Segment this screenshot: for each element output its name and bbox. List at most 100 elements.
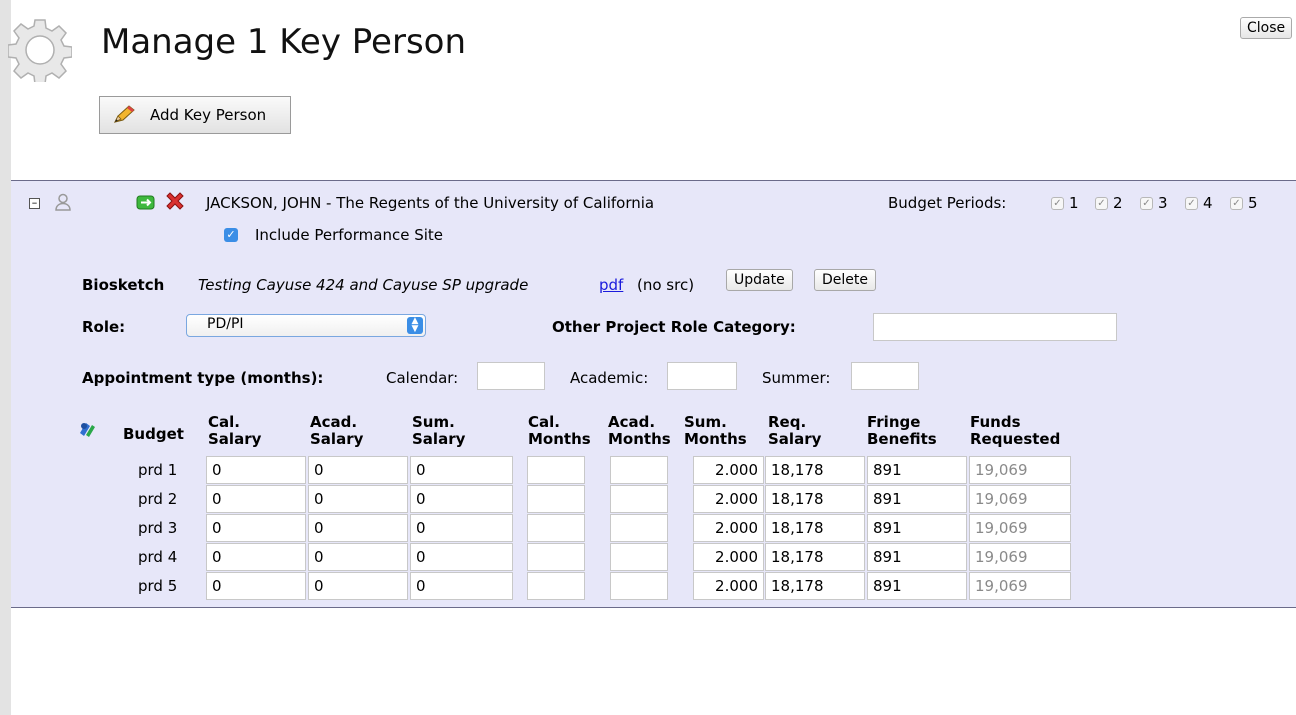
refresh-icon[interactable] <box>136 193 155 212</box>
col-header-acad-months: Acad. Months <box>608 413 671 448</box>
acad-months-input[interactable] <box>610 572 668 600</box>
req-salary-input[interactable]: 18,178 <box>765 456 865 484</box>
sum-salary-input[interactable]: 0 <box>410 572 513 600</box>
gear-icon <box>8 19 72 82</box>
minus-icon: – <box>29 197 40 209</box>
acad-months-input[interactable] <box>610 514 668 542</box>
col-header-sum-salary: Sum. Salary <box>412 413 466 448</box>
cal-months-input[interactable] <box>527 456 585 484</box>
academic-label: Academic: <box>570 369 649 387</box>
include-site-checkbox[interactable]: ✓ <box>224 228 238 242</box>
acad-salary-input[interactable]: 0 <box>308 543 408 571</box>
summer-label: Summer: <box>762 369 831 387</box>
sum-salary-input[interactable]: 0 <box>410 514 513 542</box>
biosketch-note: (no src) <box>637 276 695 294</box>
sum-months-input[interactable]: 2.000 <box>693 543 764 571</box>
cal-salary-input[interactable]: 0 <box>206 485 306 513</box>
col-header-acad-salary: Acad. Salary <box>310 413 364 448</box>
req-salary-input[interactable]: 18,178 <box>765 543 865 571</box>
req-salary-input[interactable]: 18,178 <box>765 572 865 600</box>
acad-salary-input[interactable]: 0 <box>308 572 408 600</box>
row-label: prd 4 <box>138 548 178 566</box>
acad-salary-input[interactable]: 0 <box>308 456 408 484</box>
funds-requested-value: 19,069 <box>969 572 1071 600</box>
role-label: Role: <box>82 318 126 336</box>
period-4-checkbox[interactable]: ✓ <box>1185 197 1198 210</box>
role-select[interactable]: PD/PI ▲ ▼ <box>186 314 426 337</box>
sum-salary-input[interactable]: 0 <box>410 456 513 484</box>
period-5-checkbox[interactable]: ✓ <box>1230 197 1243 210</box>
person-icon <box>55 193 71 211</box>
req-salary-input[interactable]: 18,178 <box>765 485 865 513</box>
calendar-input[interactable] <box>477 362 545 390</box>
cal-salary-input[interactable]: 0 <box>206 456 306 484</box>
fringe-benefits-input[interactable]: 891 <box>867 543 967 571</box>
pencil-icon <box>114 105 135 123</box>
fringe-benefits-input[interactable]: 891 <box>867 485 967 513</box>
funds-requested-value: 19,069 <box>969 456 1071 484</box>
left-edge-bar <box>0 0 11 715</box>
cal-salary-input[interactable]: 0 <box>206 543 306 571</box>
calculator-icon[interactable] <box>77 419 97 439</box>
close-button[interactable]: Close <box>1240 17 1293 39</box>
summer-input[interactable] <box>851 362 919 390</box>
row-label: prd 5 <box>138 577 178 595</box>
col-header-sum-months: Sum. Months <box>684 413 747 448</box>
period-3-checkbox[interactable]: ✓ <box>1140 197 1153 210</box>
fringe-benefits-input[interactable]: 891 <box>867 514 967 542</box>
other-role-label: Other Project Role Category: <box>552 318 796 336</box>
col-header-fringe-benefits: Fringe Benefits <box>867 413 937 448</box>
biosketch-pdf-link[interactable]: pdf <box>599 276 623 294</box>
cal-months-input[interactable] <box>527 514 585 542</box>
acad-months-input[interactable] <box>610 543 668 571</box>
cal-salary-input[interactable]: 0 <box>206 514 306 542</box>
fringe-benefits-input[interactable]: 891 <box>867 456 967 484</box>
person-name: JACKSON, JOHN - The Regents of the Unive… <box>206 194 655 212</box>
period-3-label: 3 <box>1158 194 1168 212</box>
funds-requested-value: 19,069 <box>969 543 1071 571</box>
cal-salary-input[interactable]: 0 <box>206 572 306 600</box>
acad-salary-input[interactable]: 0 <box>308 514 408 542</box>
delete-icon[interactable] <box>164 191 186 213</box>
budget-periods-label: Budget Periods: <box>888 194 1007 212</box>
update-button[interactable]: Update <box>726 269 793 291</box>
academic-input[interactable] <box>667 362 737 390</box>
period-1-label: 1 <box>1069 194 1079 212</box>
include-site-label: Include Performance Site <box>255 226 443 244</box>
acad-salary-input[interactable]: 0 <box>308 485 408 513</box>
period-2-checkbox[interactable]: ✓ <box>1095 197 1108 210</box>
role-select-value: PD/PI <box>207 316 244 332</box>
period-4-label: 4 <box>1203 194 1213 212</box>
page-title: Manage 1 Key Person <box>101 22 467 62</box>
cal-months-input[interactable] <box>527 572 585 600</box>
period-1-checkbox[interactable]: ✓ <box>1051 197 1064 210</box>
biosketch-title: Testing Cayuse 424 and Cayuse SP upgrade <box>198 276 529 294</box>
sum-months-input[interactable]: 2.000 <box>693 485 764 513</box>
period-2-label: 2 <box>1113 194 1123 212</box>
req-salary-input[interactable]: 18,178 <box>765 514 865 542</box>
acad-months-input[interactable] <box>610 456 668 484</box>
row-label: prd 1 <box>138 461 178 479</box>
funds-requested-value: 19,069 <box>969 514 1071 542</box>
sum-months-input[interactable]: 2.000 <box>693 514 764 542</box>
add-key-person-button[interactable]: Add Key Person <box>99 96 291 134</box>
cal-months-input[interactable] <box>527 543 585 571</box>
sum-salary-input[interactable]: 0 <box>410 485 513 513</box>
delete-button[interactable]: Delete <box>814 269 876 291</box>
col-header-req-salary: Req. Salary <box>768 413 822 448</box>
row-label: prd 2 <box>138 490 178 508</box>
sum-months-input[interactable]: 2.000 <box>693 456 764 484</box>
other-role-input[interactable] <box>873 313 1117 341</box>
appointment-label: Appointment type (months): <box>82 369 324 387</box>
sum-salary-input[interactable]: 0 <box>410 543 513 571</box>
acad-months-input[interactable] <box>610 485 668 513</box>
funds-requested-value: 19,069 <box>969 485 1071 513</box>
cal-months-input[interactable] <box>527 485 585 513</box>
col-header-funds-requested: Funds Requested <box>970 413 1061 448</box>
sum-months-input[interactable]: 2.000 <box>693 572 764 600</box>
fringe-benefits-input[interactable]: 891 <box>867 572 967 600</box>
chevron-updown-icon: ▲ ▼ <box>407 317 423 334</box>
col-header-cal-salary: Cal. Salary <box>208 413 262 448</box>
row-label: prd 3 <box>138 519 178 537</box>
collapse-toggle[interactable]: – <box>29 197 40 209</box>
